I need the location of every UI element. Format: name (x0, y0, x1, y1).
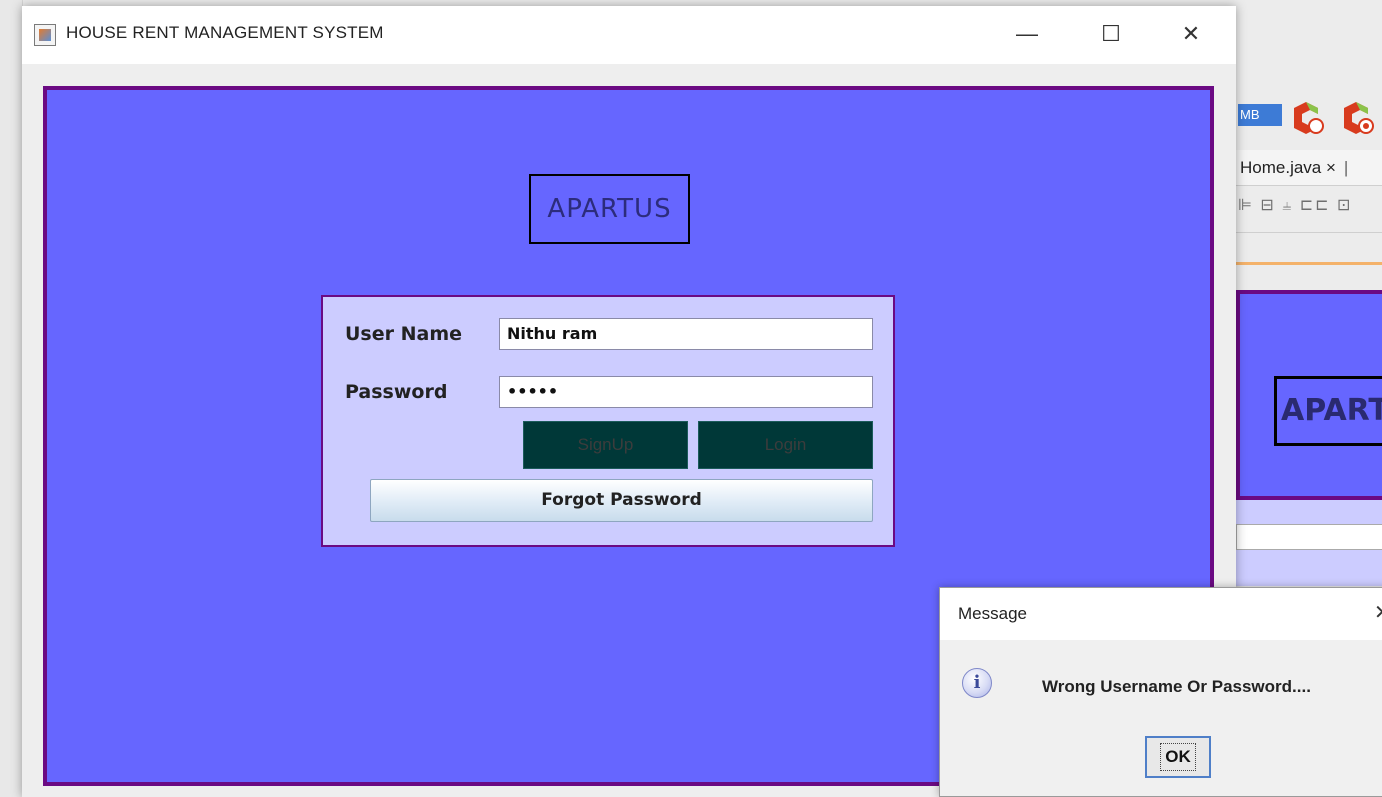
preview-input (1236, 524, 1382, 550)
window-title: HOUSE RENT MANAGEMENT SYSTEM (66, 23, 384, 42)
login-button[interactable]: Login (698, 421, 873, 469)
ide-editor-tabs[interactable]: Home.java × | (1236, 150, 1382, 186)
profiler-clock-icon[interactable] (1290, 100, 1324, 134)
ide-design-preview: APART (1236, 290, 1382, 500)
ok-button-label: OK (1160, 743, 1196, 771)
ide-left-strip (0, 0, 23, 797)
preview-brand: APART (1274, 376, 1382, 446)
minimize-button[interactable]: — (1004, 16, 1050, 52)
signup-button[interactable]: SignUp (523, 421, 688, 469)
maximize-button[interactable]: ☐ (1088, 16, 1134, 52)
dialog-title-bar[interactable]: Message ✕ (940, 588, 1382, 640)
tab-home-java[interactable]: Home.java × (1240, 158, 1336, 177)
ok-button[interactable]: OK (1145, 736, 1211, 778)
dialog-message: Wrong Username Or Password.... (1042, 677, 1311, 696)
ide-design-preview-form (1236, 500, 1382, 586)
java-app-icon (34, 24, 56, 46)
brand-title: APARTUS (529, 174, 690, 244)
close-button[interactable]: ✕ (1168, 16, 1214, 52)
tab-separator: | (1343, 158, 1349, 177)
ide-layout-tools[interactable]: ⊫ ⊟ ⫨ ⊏⊏ ⊡ (1236, 195, 1382, 225)
login-form: User Name Nithu ram Password ••••• SignU… (321, 295, 895, 547)
dialog-title: Message (958, 604, 1027, 623)
info-icon: i (962, 668, 992, 698)
memory-badge: MB (1238, 104, 1282, 126)
username-field[interactable]: Nithu ram (499, 318, 873, 350)
divider (1236, 262, 1382, 265)
username-label: User Name (345, 323, 463, 345)
message-dialog: Message ✕ i Wrong Username Or Password..… (939, 587, 1382, 797)
password-field[interactable]: ••••• (499, 376, 873, 408)
divider (1236, 232, 1382, 233)
dialog-close-button[interactable]: ✕ (1374, 600, 1382, 625)
title-bar[interactable]: HOUSE RENT MANAGEMENT SYSTEM — ☐ ✕ (22, 6, 1236, 64)
profiler-record-icon[interactable] (1340, 100, 1374, 134)
forgot-password-button[interactable]: Forgot Password (370, 479, 873, 522)
password-label: Password (345, 381, 448, 403)
